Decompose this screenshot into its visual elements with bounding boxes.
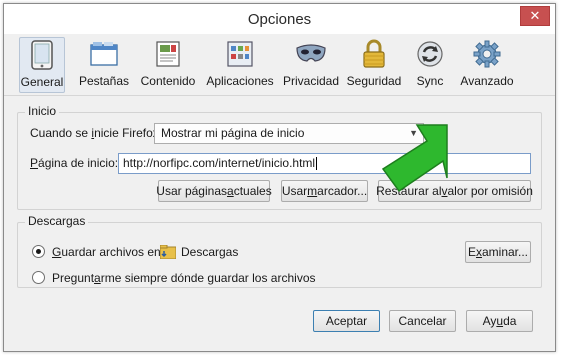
startup-group-title: Inicio xyxy=(25,104,60,118)
tab-applications[interactable]: Aplicaciones xyxy=(205,37,275,93)
help-button[interactable]: Ay u da xyxy=(466,310,533,332)
startup-when-label: Cuando se inicie Firefox: xyxy=(30,126,163,140)
gear-icon xyxy=(470,37,504,71)
tab-label: Seguridad xyxy=(346,74,402,88)
close-icon: ✕ xyxy=(529,8,541,23)
use-bookmark-button[interactable]: Usar m arcador... xyxy=(281,180,368,202)
tab-general[interactable]: General xyxy=(19,37,65,93)
tab-label: Avanzado xyxy=(460,74,514,88)
tab-advanced[interactable]: Avanzado xyxy=(458,37,516,93)
options-tab-bar: General Pestañas Contenido Aplicaciones xyxy=(4,34,555,96)
general-panel: Inicio Cuando se inicie Firefox: Mostrar… xyxy=(4,97,555,351)
annotation-arrow-icon xyxy=(381,124,448,193)
downloads-group: Descargas Guardar archivos en Descargas … xyxy=(17,214,542,288)
downloads-group-title: Descargas xyxy=(25,214,89,228)
tab-security[interactable]: Seguridad xyxy=(346,37,402,93)
tab-label: Privacidad xyxy=(282,74,340,88)
tab-label: Pestañas xyxy=(78,74,130,88)
general-icon xyxy=(25,38,59,72)
window-title: Opciones xyxy=(247,11,312,28)
startup-group: Inicio Cuando se inicie Firefox: Mostrar… xyxy=(17,104,542,210)
tabs-icon xyxy=(87,37,121,71)
tab-label: General xyxy=(20,75,64,89)
save-files-label: Guardar archivos en xyxy=(52,245,161,259)
cancel-button[interactable]: Cancelar xyxy=(389,310,456,332)
tab-content[interactable]: Contenido xyxy=(139,37,197,93)
tab-label: Aplicaciones xyxy=(206,74,274,88)
download-folder-value: Descargas xyxy=(181,245,239,259)
tab-label: Sync xyxy=(416,74,444,88)
tab-sync[interactable]: Sync xyxy=(412,37,448,93)
always-ask-label: Preguntarme siempre dónde guardar los ar… xyxy=(52,271,316,285)
close-button[interactable]: ✕ xyxy=(520,6,550,26)
lock-icon xyxy=(357,37,391,71)
accept-button[interactable]: Aceptar xyxy=(313,310,380,332)
home-page-value: http://norfipc.com/internet/inicio.html xyxy=(123,156,316,170)
tab-privacy[interactable]: Privacidad xyxy=(281,37,341,93)
startup-behavior-value: Mostrar mi página de inicio xyxy=(161,126,305,140)
save-files-radio[interactable] xyxy=(32,245,45,258)
options-window: Opciones ✕ General Pestañas Contenido Ap… xyxy=(3,3,556,352)
content-icon xyxy=(151,37,185,71)
applications-icon xyxy=(223,37,257,71)
tab-label: Contenido xyxy=(140,74,196,88)
privacy-mask-icon xyxy=(294,37,328,71)
tab-tabs[interactable]: Pestañas xyxy=(78,37,130,93)
use-current-pages-button[interactable]: Usar páginas a ctuales xyxy=(156,180,272,202)
home-page-label: Página de inicio: xyxy=(30,156,119,170)
folder-icon xyxy=(160,245,176,259)
title-bar: Opciones ✕ xyxy=(4,4,555,34)
browse-button[interactable]: Ex aminar... xyxy=(465,241,531,263)
download-folder-field[interactable]: Descargas xyxy=(158,241,454,263)
sync-icon xyxy=(413,37,447,71)
home-page-input[interactable]: http://norfipc.com/internet/inicio.html xyxy=(118,153,531,174)
always-ask-radio[interactable] xyxy=(32,271,45,284)
